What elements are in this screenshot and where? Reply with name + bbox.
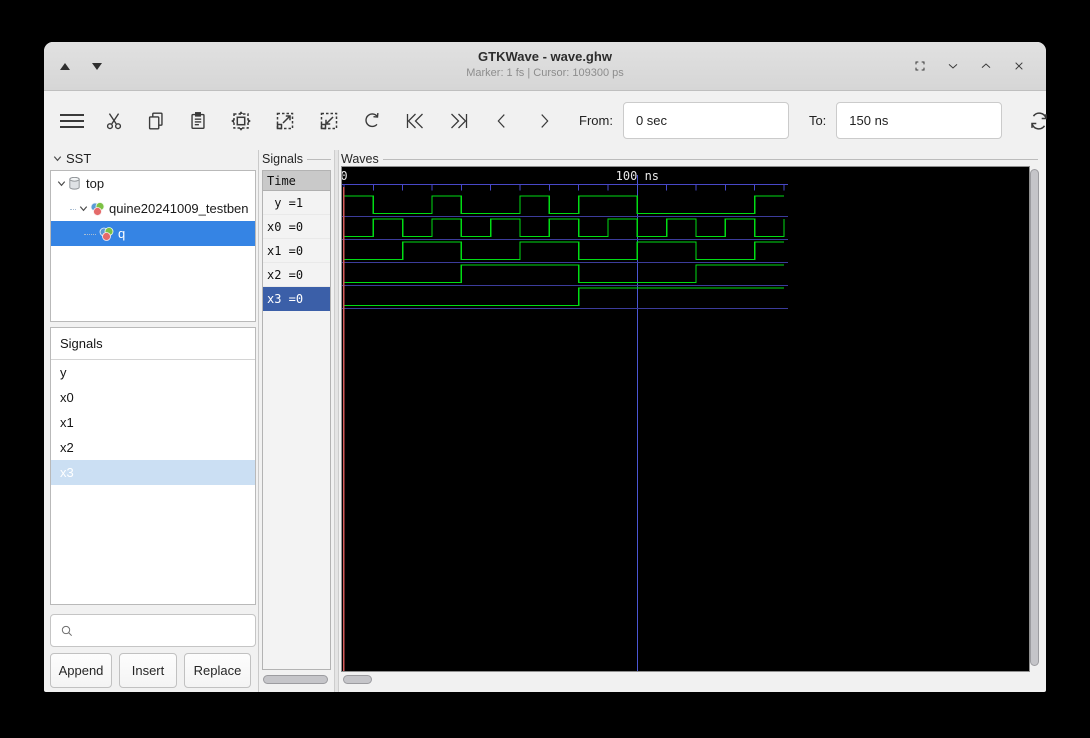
replace-button[interactable]: Replace [184, 653, 251, 688]
window-title: GTKWave - wave.ghw [478, 49, 612, 64]
timeline-label: 0 [342, 169, 348, 183]
signal-search-box[interactable] [50, 614, 256, 647]
module-icon [99, 226, 114, 241]
wave-hscrollbar[interactable] [343, 675, 372, 684]
close-icon [1015, 62, 1023, 70]
signal-value-row[interactable]: x3 =0 [263, 287, 330, 311]
raise-window-icon[interactable] [60, 62, 70, 70]
cut-icon [106, 112, 122, 129]
paste-button[interactable] [187, 109, 209, 133]
menu-button[interactable] [57, 109, 87, 133]
paste-icon [191, 111, 205, 129]
titlebar[interactable]: GTKWave - wave.ghw Marker: 1 fs | Cursor… [44, 42, 1046, 91]
chevron-up-icon [981, 63, 991, 69]
zoom-fit-button[interactable] [229, 109, 253, 133]
from-label: From: [579, 113, 613, 128]
signal-value-row[interactable]: x0 =0 [263, 215, 330, 239]
values-frame-label: Signals [262, 152, 331, 166]
cut-button[interactable] [103, 109, 125, 133]
zoom-in-icon [276, 112, 294, 129]
signal-value-row[interactable]: x1 =0 [263, 239, 330, 263]
trace-y[interactable] [344, 195, 785, 215]
marker-cursor-status: Marker: 1 fs | Cursor: 109300 ps [466, 67, 624, 79]
sst-expander-icon[interactable] [52, 153, 63, 164]
step-back-button[interactable] [491, 109, 513, 133]
scope-icon [69, 176, 80, 190]
values-hscrollbar[interactable] [263, 675, 328, 684]
signals-list-panel: Signals y x0 x1 x2 x3 [50, 327, 256, 605]
undo-icon [365, 112, 379, 127]
trace-x1[interactable] [344, 241, 785, 261]
desktop-background: GTKWave - wave.ghw Marker: 1 fs | Cursor… [0, 0, 1090, 738]
pane-splitter[interactable] [334, 150, 339, 692]
signal-list-item-x1[interactable]: x1 [51, 410, 255, 435]
tree-item-label: quine20241009_testben [109, 201, 249, 216]
fullscreen-button[interactable] [911, 57, 929, 75]
zoom-fit-icon [231, 110, 251, 131]
time-header[interactable]: Time [263, 171, 330, 191]
tree-item-q[interactable]: q [51, 221, 255, 246]
step-forward-button[interactable] [533, 109, 555, 133]
wave-canvas[interactable]: 0 100 ns [341, 166, 1030, 672]
to-label: To: [808, 113, 827, 128]
insert-button[interactable]: Insert [119, 653, 177, 688]
copy-button[interactable] [145, 109, 167, 133]
fullscreen-icon [915, 61, 925, 71]
step-forward-icon [541, 113, 549, 128]
tree-item-quine20241009_testben[interactable]: quine20241009_testben [51, 196, 255, 221]
skip-to-end-icon [451, 113, 468, 128]
signal-list-item-x0[interactable]: x0 [51, 385, 255, 410]
trace-x3[interactable] [344, 287, 785, 307]
from-input[interactable] [622, 102, 789, 139]
module-icon [90, 201, 105, 216]
skip-to-start-button[interactable] [403, 109, 427, 133]
sst-tree[interactable]: top quine20241009_testbenq [50, 170, 256, 322]
search-input[interactable] [81, 622, 255, 639]
step-back-icon [497, 113, 505, 128]
sst-header[interactable]: SST [52, 151, 91, 166]
signal-list-item-x3[interactable]: x3 [51, 460, 255, 485]
sst-label: SST [66, 151, 92, 166]
tree-item-label: top [86, 176, 105, 191]
expander-icon[interactable] [78, 203, 89, 214]
tree-guide [70, 208, 76, 210]
trace-x0[interactable] [344, 218, 785, 238]
append-button[interactable]: Append [50, 653, 112, 688]
trace-x2[interactable] [344, 264, 785, 284]
signals-list-header: Signals [51, 328, 255, 360]
signal-list-item-y[interactable]: y [51, 360, 255, 385]
to-input[interactable] [836, 102, 1003, 139]
chevron-down-icon [948, 63, 958, 69]
signal-list-item-x2[interactable]: x2 [51, 435, 255, 460]
copy-icon [148, 112, 163, 129]
reload-icon [1031, 111, 1048, 130]
maximize-button[interactable] [977, 57, 995, 75]
expander-icon[interactable] [56, 178, 67, 189]
minimize-button[interactable] [944, 57, 962, 75]
menu-icon [60, 113, 84, 128]
waveform-plot[interactable]: 0 100 ns [342, 167, 1029, 671]
gtkwave-window: GTKWave - wave.ghw Marker: 1 fs | Cursor… [44, 42, 1048, 692]
undo-button[interactable] [361, 109, 383, 133]
lower-window-icon[interactable] [92, 62, 102, 70]
wave-vscrollbar[interactable] [1030, 169, 1039, 666]
reload-button[interactable] [1027, 109, 1051, 133]
skip-to-start-icon [406, 113, 423, 128]
zoom-out-button[interactable] [317, 109, 341, 133]
panel-divider [258, 150, 259, 692]
skip-to-end-button[interactable] [447, 109, 471, 133]
close-button[interactable] [1010, 57, 1028, 75]
signal-value-row[interactable]: y =1 [263, 191, 330, 215]
toolbar: From: To: [44, 91, 1048, 150]
zoom-out-icon [320, 112, 338, 129]
signal-value-row[interactable]: x2 =0 [263, 263, 330, 287]
signal-values-panel[interactable]: Time y =1 x0 =0 x1 =0 x2 =0 x3 =0 [262, 170, 331, 670]
tree-item-label: q [118, 226, 126, 241]
tree-guide [84, 233, 96, 235]
search-icon [61, 625, 73, 636]
waves-frame-label: Waves [341, 152, 1038, 166]
zoom-in-button[interactable] [273, 109, 297, 133]
tree-item-top[interactable]: top [51, 171, 255, 196]
